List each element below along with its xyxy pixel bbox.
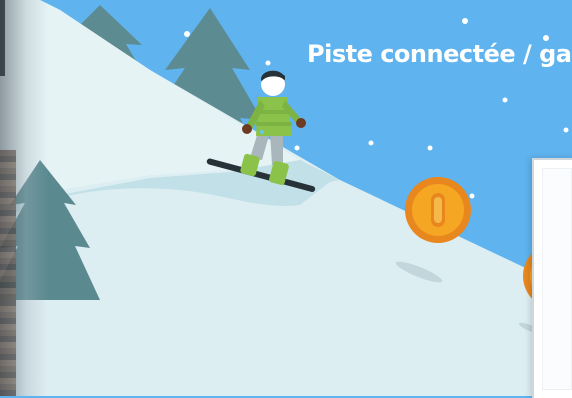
- snowflake-icon: [462, 18, 468, 24]
- overlay-panel[interactable]: [532, 158, 572, 398]
- panel-content: [542, 168, 572, 390]
- snowflake-icon: [427, 145, 433, 151]
- snowflake-icon: [469, 193, 475, 199]
- snowflake-icon: [294, 145, 300, 151]
- game-title: Piste connectée / gar: [307, 40, 572, 68]
- left-blur-overlay: [0, 0, 48, 396]
- snowflake-icon: [502, 97, 508, 103]
- snowflake-icon: [368, 140, 374, 146]
- snowflake-icon: [184, 31, 190, 37]
- snowboarder-glove: [242, 124, 252, 134]
- snowboarder-legs: [270, 132, 283, 165]
- snowflake-icon: [563, 127, 569, 133]
- snowboarder-glove: [296, 118, 306, 128]
- snowflake-icon: [265, 60, 271, 66]
- coin-icon[interactable]: [405, 177, 471, 243]
